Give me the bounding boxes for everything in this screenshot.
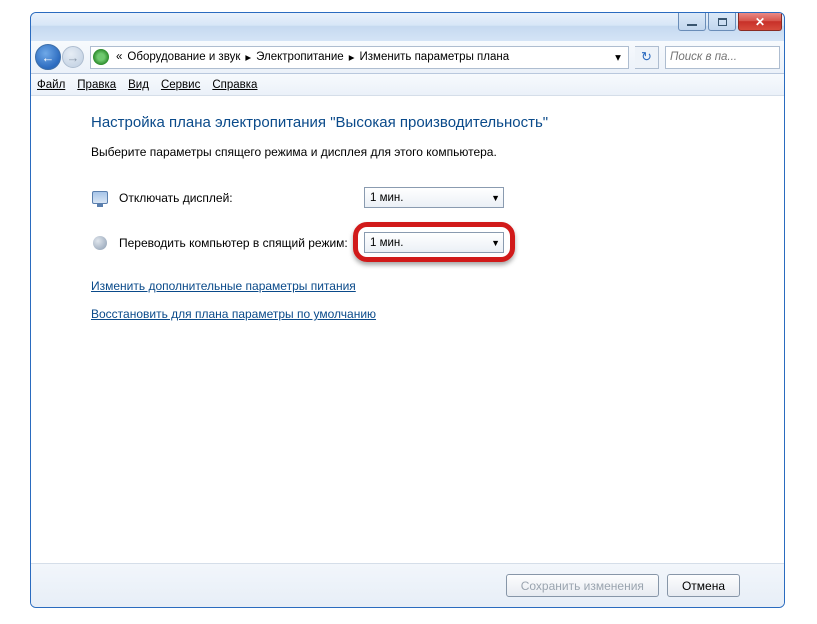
navigation-bar: ← → « Оборудование и звук ▸ Электропитан… bbox=[31, 41, 784, 74]
search-box[interactable]: 🔍 bbox=[665, 46, 780, 69]
save-button[interactable]: Сохранить изменения bbox=[506, 574, 659, 597]
setting-display-label: Отключать дисплей: bbox=[119, 191, 364, 205]
display-timeout-dropdown[interactable]: 1 мин. ▼ bbox=[364, 187, 504, 208]
link-advanced-settings[interactable]: Изменить дополнительные параметры питани… bbox=[91, 279, 356, 293]
page-subtitle: Выберите параметры спящего режима и дисп… bbox=[91, 145, 740, 159]
menu-view[interactable]: Вид bbox=[128, 79, 149, 91]
setting-display-off: Отключать дисплей: 1 мин. ▼ bbox=[91, 187, 740, 208]
sleep-timeout-dropdown[interactable]: 1 мин. ▼ bbox=[364, 232, 504, 253]
monitor-icon bbox=[91, 189, 109, 207]
breadcrumb-hardware[interactable]: Оборудование и звук bbox=[127, 51, 240, 63]
chevron-down-icon: ▼ bbox=[491, 238, 500, 248]
refresh-button[interactable]: ↻ bbox=[635, 46, 659, 69]
breadcrumb-edit-plan[interactable]: Изменить параметры плана bbox=[360, 51, 510, 63]
setting-sleep: Переводить компьютер в спящий режим: 1 м… bbox=[91, 232, 740, 253]
menu-service[interactable]: Сервис bbox=[161, 79, 200, 91]
display-timeout-value: 1 мин. bbox=[370, 192, 491, 204]
back-button[interactable]: ← bbox=[35, 44, 61, 70]
moon-icon bbox=[91, 234, 109, 252]
chevron-right-icon: ▸ bbox=[245, 50, 251, 64]
cancel-button[interactable]: Отмена bbox=[667, 574, 740, 597]
window: ← → « Оборудование и звук ▸ Электропитан… bbox=[30, 12, 785, 608]
menu-help[interactable]: Справка bbox=[212, 79, 257, 91]
setting-sleep-label: Переводить компьютер в спящий режим: bbox=[119, 236, 364, 250]
search-input[interactable] bbox=[670, 51, 785, 63]
chevron-down-icon: ▼ bbox=[491, 193, 500, 203]
breadcrumb-power[interactable]: Электропитание bbox=[256, 51, 344, 63]
address-bar[interactable]: « Оборудование и звук ▸ Электропитание ▸… bbox=[90, 46, 629, 69]
titlebar bbox=[31, 13, 784, 41]
page-title: Настройка плана электропитания "Высокая … bbox=[91, 114, 740, 131]
link-restore-defaults[interactable]: Восстановить для плана параметры по умол… bbox=[91, 307, 376, 321]
forward-button[interactable]: → bbox=[62, 46, 84, 68]
address-dropdown-icon[interactable]: ▾ bbox=[610, 50, 626, 64]
maximize-button[interactable] bbox=[708, 13, 736, 31]
minimize-button[interactable] bbox=[678, 13, 706, 31]
menu-edit[interactable]: Правка bbox=[77, 79, 116, 91]
control-panel-icon bbox=[93, 49, 109, 65]
chevron-right-icon: ▸ bbox=[349, 50, 355, 64]
close-button[interactable] bbox=[738, 13, 782, 31]
sleep-timeout-value: 1 мин. bbox=[370, 237, 491, 249]
menu-bar: Файл Правка Вид Сервис Справка bbox=[31, 74, 784, 96]
footer-bar: Сохранить изменения Отмена bbox=[31, 563, 784, 607]
links-section: Изменить дополнительные параметры питани… bbox=[91, 277, 740, 333]
breadcrumb-root-chevron: « bbox=[116, 51, 122, 63]
content-area: Настройка плана электропитания "Высокая … bbox=[31, 96, 784, 563]
menu-file[interactable]: Файл bbox=[37, 79, 65, 91]
